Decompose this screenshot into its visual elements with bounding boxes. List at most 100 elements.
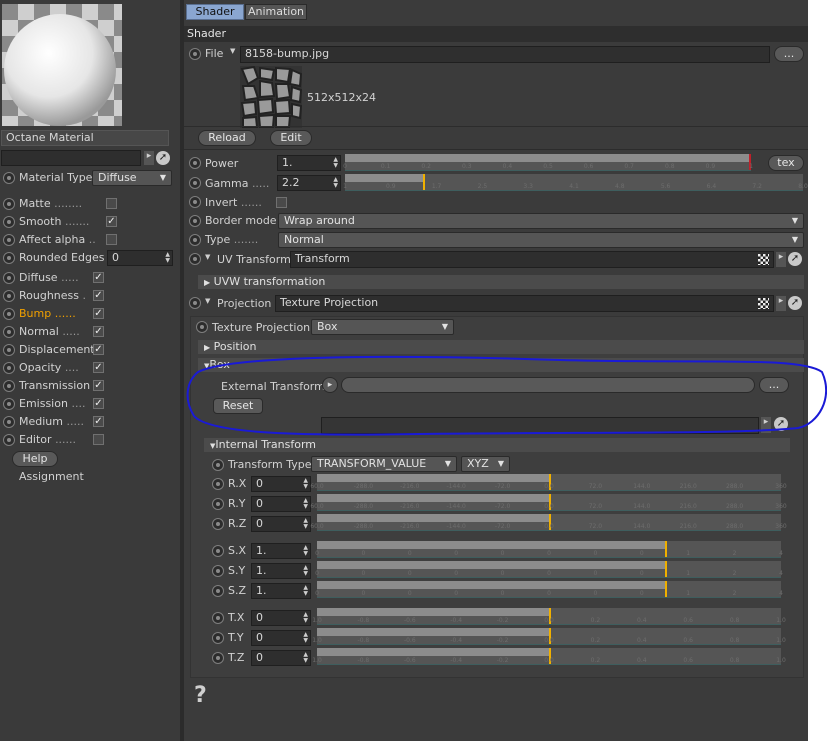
transform-row-radio[interactable]: [212, 585, 224, 597]
spinner-icon[interactable]: ▲ ▼: [303, 545, 308, 557]
rotation-order-dropdown[interactable]: XYZ ▼: [461, 456, 510, 472]
spinner-icon[interactable]: ▲ ▼: [303, 585, 308, 597]
uv-transform-link-field[interactable]: Transform: [290, 251, 774, 268]
material-name-field[interactable]: Octane Material: [1, 130, 169, 146]
file-browse-button[interactable]: ...: [774, 46, 804, 62]
channel-checkbox[interactable]: ✓: [106, 216, 117, 227]
transform-row-input[interactable]: 1. ▲ ▼: [251, 583, 311, 599]
channel-radio[interactable]: [3, 216, 15, 228]
pick-cursor-icon[interactable]: ➚: [156, 151, 170, 165]
arrow-right-icon[interactable]: ▸: [776, 252, 786, 267]
channel-radio[interactable]: [3, 272, 15, 284]
spinner-icon[interactable]: ▲ ▼: [333, 177, 338, 189]
transform-row-radio[interactable]: [212, 545, 224, 557]
transform-row-input[interactable]: 0 ▲ ▼: [251, 630, 311, 646]
channel-checkbox[interactable]: ✓: [93, 362, 104, 373]
transform-row-input[interactable]: 1. ▲ ▼: [251, 563, 311, 579]
channel-checkbox[interactable]: [106, 234, 117, 245]
transform-row-slider[interactable]: 1.0 -0.8 -0.6 -0.4 -0.2 0.0 0.2 0.4 0.6 0.8 1.0: [312, 628, 786, 645]
power-slider[interactable]: 0 0.1 0.2 0.3 0.4 0.5 0.6 0.7 0.8 0.9 1: [343, 154, 753, 171]
spinner-icon[interactable]: ▲ ▼: [303, 612, 308, 624]
help-button[interactable]: Help: [12, 451, 58, 467]
reset-button[interactable]: Reset: [213, 398, 263, 414]
arrow-right-icon[interactable]: ▸: [776, 296, 786, 311]
spinner-icon[interactable]: ▲ ▼: [303, 652, 308, 664]
reload-button[interactable]: Reload: [198, 130, 256, 146]
channel-radio[interactable]: [3, 344, 15, 356]
channel-checkbox[interactable]: ✓: [93, 272, 104, 283]
invert-checkbox[interactable]: [276, 197, 287, 208]
tex-button[interactable]: tex: [768, 155, 804, 171]
channel-checkbox[interactable]: ✓: [93, 290, 104, 301]
transform-row-slider[interactable]: 0 0 0 0 0 0 0 0 1 2 4: [315, 581, 783, 598]
power-input[interactable]: 1. ▲ ▼: [277, 155, 341, 171]
gamma-radio[interactable]: [189, 177, 201, 189]
spinner-icon[interactable]: ▲ ▼: [303, 518, 308, 530]
spinner-icon[interactable]: ▲ ▼: [303, 632, 308, 644]
file-path-field[interactable]: 8158-bump.jpg: [240, 46, 770, 63]
transform-row-input[interactable]: 0 ▲ ▼: [251, 650, 311, 666]
projection-link-field[interactable]: Texture Projection: [275, 295, 774, 312]
transform-row-slider[interactable]: 60.0 -288.0 -216.0 -144.0 -72.0 0.0 72.0 144.0 2…: [310, 474, 787, 491]
chevron-down-icon[interactable]: ▼: [205, 253, 210, 261]
pick-cursor-icon[interactable]: ➚: [774, 417, 788, 431]
invert-radio[interactable]: [189, 196, 201, 208]
channel-radio[interactable]: [3, 416, 15, 428]
transform-row-radio[interactable]: [212, 478, 224, 490]
edit-button[interactable]: Edit: [270, 130, 312, 146]
chevron-down-icon[interactable]: ▼: [230, 47, 235, 55]
file-thumbnail[interactable]: [240, 66, 302, 128]
transform-row-slider[interactable]: 1.0 -0.8 -0.6 -0.4 -0.2 0.0 0.2 0.4 0.6 0.8 1.0: [312, 608, 786, 625]
channel-checkbox[interactable]: ✓: [93, 398, 104, 409]
external-transform-browse-button[interactable]: ...: [759, 377, 789, 393]
material-type-dropdown[interactable]: Diffuse ▼: [92, 170, 172, 186]
transform-row-input[interactable]: 1. ▲ ▼: [251, 543, 311, 559]
transform-row-radio[interactable]: [212, 652, 224, 664]
transform-row-slider[interactable]: 0 0 0 0 0 0 0 0 1 2 4: [315, 541, 783, 558]
spinner-icon[interactable]: ▲ ▼: [303, 565, 308, 577]
channel-checkbox[interactable]: ✓: [93, 380, 104, 391]
transform-row-slider[interactable]: 0 0 0 0 0 0 0 0 1 2 4: [315, 561, 783, 578]
tab-animation[interactable]: Animation: [245, 4, 307, 20]
channel-checkbox[interactable]: [93, 434, 104, 445]
assignment-label[interactable]: Assignment: [19, 470, 84, 483]
channel-radio[interactable]: [3, 252, 15, 264]
channel-checkbox[interactable]: ✓: [93, 308, 104, 319]
position-header[interactable]: ▶ Position: [198, 340, 804, 354]
transform-row-input[interactable]: 0 ▲ ▼: [251, 610, 311, 626]
channel-radio[interactable]: [3, 326, 15, 338]
power-radio[interactable]: [189, 157, 201, 169]
transform-type-radio[interactable]: [212, 459, 224, 471]
transform-row-input[interactable]: 0 ▲ ▼: [251, 516, 311, 532]
transform-row-input[interactable]: 0 ▲ ▼: [251, 496, 311, 512]
border-mode-dropdown[interactable]: Wrap around ▼: [278, 213, 804, 229]
transform-type-dropdown[interactable]: TRANSFORM_VALUE ▼: [311, 456, 457, 472]
transform-link-field[interactable]: [321, 417, 759, 434]
channel-radio[interactable]: [3, 198, 15, 210]
projection-radio[interactable]: [189, 297, 201, 309]
channel-radio[interactable]: [3, 234, 15, 246]
checker-icon[interactable]: [758, 254, 769, 265]
transform-row-radio[interactable]: [212, 565, 224, 577]
file-radio[interactable]: [189, 48, 201, 60]
type-dropdown[interactable]: Normal ▼: [278, 232, 804, 248]
box-header[interactable]: ▼Box: [198, 358, 804, 372]
material-preview[interactable]: [2, 4, 122, 126]
channel-radio[interactable]: [3, 398, 15, 410]
uv-transform-radio[interactable]: [189, 253, 201, 265]
channel-radio[interactable]: [3, 290, 15, 302]
uvw-transformation-header[interactable]: ▶ UVW transformation: [198, 275, 804, 289]
material-search-field[interactable]: [1, 150, 141, 166]
transform-row-input[interactable]: 0 ▲ ▼: [251, 476, 311, 492]
channel-checkbox[interactable]: [106, 198, 117, 209]
transform-row-slider[interactable]: 1.0 -0.8 -0.6 -0.4 -0.2 0.0 0.2 0.4 0.6 0.8 1.0: [312, 648, 786, 665]
transform-row-radio[interactable]: [212, 498, 224, 510]
gamma-slider[interactable]: 1 0.9 1.7 2.5 3.3 4.1 4.8 5.6 6.4 7.2 8.0: [343, 174, 808, 191]
chevron-down-icon[interactable]: ▼: [205, 297, 210, 305]
channel-radio[interactable]: [3, 434, 15, 446]
gamma-input[interactable]: 2.2 ▲ ▼: [277, 175, 341, 191]
channel-checkbox[interactable]: ✓: [93, 344, 104, 355]
checker-icon[interactable]: [758, 298, 769, 309]
channel-radio[interactable]: [3, 308, 15, 320]
help-question-icon[interactable]: ?: [194, 683, 207, 708]
